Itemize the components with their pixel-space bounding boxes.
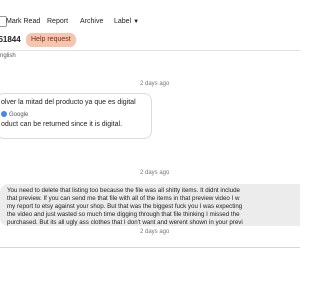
message-timestamp: 2 days ago xyxy=(140,229,170,235)
message-timestamp: 2 days ago xyxy=(140,81,170,87)
message-line: purchased. But its all ugly ass clothes … xyxy=(7,219,243,226)
incoming-message-bubble: olver la mitad del producto ya que es di… xyxy=(0,93,152,139)
mark-read-button[interactable]: Mark Read xyxy=(6,15,40,29)
outgoing-message-bubble: You need to delete that listing too beca… xyxy=(0,184,300,226)
order-number[interactable]: 951844 xyxy=(0,34,21,46)
archive-button[interactable]: Archive xyxy=(80,15,103,29)
label-dropdown[interactable]: Label ▼ xyxy=(114,15,139,29)
google-translate-icon xyxy=(1,111,7,117)
language-label: nglish xyxy=(0,53,16,59)
status-badge: Help request xyxy=(26,33,76,47)
translation-attribution: Google xyxy=(1,111,28,118)
chevron-down-icon: ▼ xyxy=(133,19,140,25)
reply-input[interactable] xyxy=(0,248,300,300)
message-timestamp: 2 days ago xyxy=(140,170,170,176)
report-button[interactable]: Report xyxy=(47,15,68,29)
original-message-text: olver la mitad del producto ya que es di… xyxy=(1,99,136,106)
label-dropdown-text: Label xyxy=(114,18,132,25)
conversation-header: Mark Read Report Archive Label▼ 951844 H… xyxy=(0,0,300,59)
translated-message-text: oduct can be returned since it is digita… xyxy=(1,121,123,128)
translation-provider: Google xyxy=(9,112,29,118)
